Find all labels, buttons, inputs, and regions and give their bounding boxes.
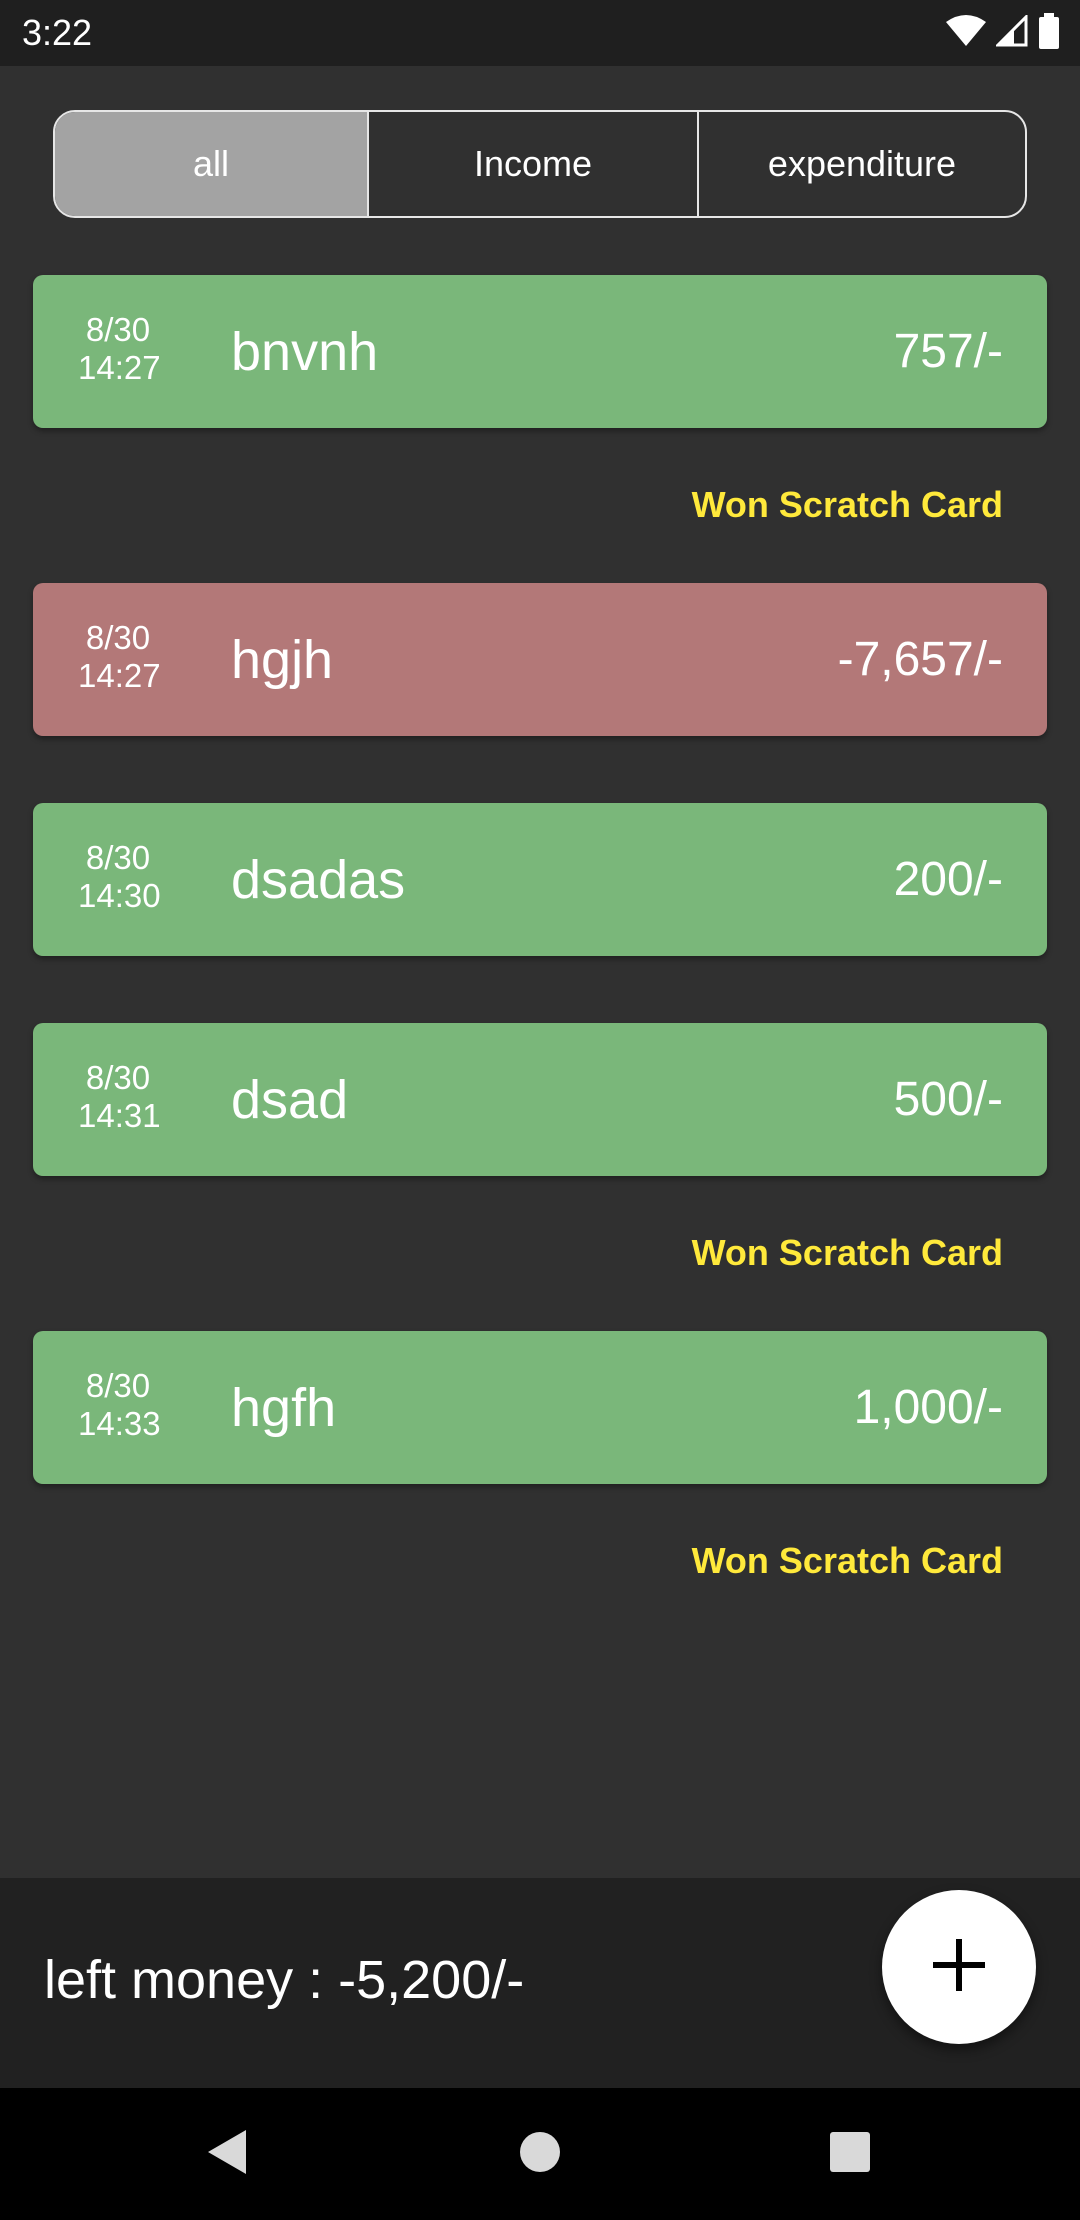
transaction-date: 8/30 [85,311,151,348]
transaction-date: 8/30 [85,1059,151,1096]
status-icons [946,12,1060,54]
recents-square-icon [829,2131,871,2178]
status-time: 3:22 [22,12,93,53]
transaction-name: dsad [231,1069,349,1130]
transaction-name: bnvnh [231,321,379,382]
transaction-datetime: 8/30 14:31 [78,1059,161,1135]
filter-segmented-control: all Income expenditure [53,110,1027,218]
transaction-date: 8/30 [85,839,151,876]
left-money-label: left money : -5,200/- [44,1950,525,2010]
transaction-name: hgfh [231,1377,337,1438]
transaction-name: hgjh [231,629,334,690]
transaction-card[interactable]: 8/30 14:31 dsad 500/- [33,1023,1047,1176]
wifi-icon [946,14,986,52]
battery-icon [1038,12,1060,54]
plus-icon [933,1938,985,1996]
tab-all[interactable]: all [55,112,367,216]
won-scratch-card-link[interactable]: Won Scratch Card [692,483,1003,527]
back-button[interactable] [198,2126,254,2182]
add-transaction-button[interactable] [882,1890,1036,2044]
transaction-datetime: 8/30 14:27 [78,311,161,387]
won-scratch-card-link[interactable]: Won Scratch Card [692,1539,1003,1583]
transaction-name: dsadas [231,849,406,910]
transaction-time: 14:27 [78,349,161,386]
transaction-time: 14:33 [78,1405,161,1442]
won-scratch-card-link[interactable]: Won Scratch Card [692,1231,1003,1275]
transaction-amount: 200/- [893,853,1003,906]
transaction-card[interactable]: 8/30 14:27 bnvnh 757/- [33,275,1047,428]
transaction-date: 8/30 [85,619,151,656]
transaction-time: 14:30 [78,877,161,914]
transaction-time: 14:31 [78,1097,161,1134]
recents-button[interactable] [822,2126,878,2182]
transaction-datetime: 8/30 14:33 [78,1367,161,1443]
transaction-amount: 757/- [893,325,1003,378]
back-triangle-icon [204,2128,248,2181]
transaction-amount: 1,000/- [853,1381,1003,1434]
home-button[interactable] [512,2126,568,2182]
transaction-datetime: 8/30 14:30 [78,839,161,915]
transaction-card[interactable]: 8/30 14:33 hgfh 1,000/- [33,1331,1047,1484]
system-nav-bar [0,2088,1080,2220]
signal-icon [994,12,1028,52]
tab-income[interactable]: Income [367,112,697,216]
transaction-card[interactable]: 8/30 14:27 hgjh -7,657/- [33,583,1047,736]
transaction-card[interactable]: 8/30 14:30 dsadas 200/- [33,803,1047,956]
status-bar: 3:22 [0,0,1080,66]
transaction-date: 8/30 [85,1367,151,1404]
tab-expenditure[interactable]: expenditure [697,112,1025,216]
transaction-amount: -7,657/- [837,633,1003,686]
transaction-amount: 500/- [893,1073,1003,1126]
transaction-time: 14:27 [78,657,161,694]
transaction-datetime: 8/30 14:27 [78,619,161,695]
home-circle-icon [519,2131,561,2178]
